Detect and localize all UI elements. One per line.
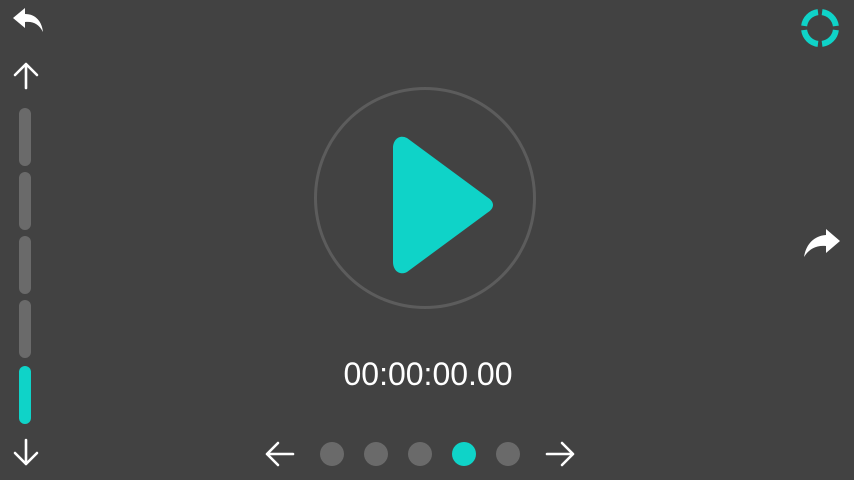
page-dot-2[interactable]	[364, 442, 388, 466]
undo-arrow-icon	[13, 8, 43, 32]
forward-button[interactable]	[800, 222, 844, 262]
arrow-up-icon	[13, 62, 39, 90]
pager-prev-button[interactable]	[262, 436, 298, 472]
pager-next-button[interactable]	[542, 436, 578, 472]
back-button[interactable]	[8, 4, 48, 36]
play-icon[interactable]	[385, 136, 497, 274]
level-up-button[interactable]	[8, 58, 44, 94]
arrow-left-icon	[265, 441, 295, 467]
loading-ring-button[interactable]	[798, 6, 842, 50]
page-dot-1[interactable]	[320, 442, 344, 466]
level-down-button[interactable]	[8, 434, 44, 470]
timer-display: 00:00:00.00	[343, 356, 513, 392]
level-segment-5[interactable]	[19, 366, 31, 424]
arrow-down-icon	[13, 438, 39, 466]
level-segment-3[interactable]	[19, 236, 31, 294]
level-segment-1[interactable]	[19, 108, 31, 166]
level-segment-2[interactable]	[19, 172, 31, 230]
ring-icon	[801, 9, 839, 47]
page-dot-4[interactable]	[452, 442, 476, 466]
page-dot-5[interactable]	[496, 442, 520, 466]
forward-arrow-icon	[804, 229, 840, 257]
arrow-right-icon	[545, 441, 575, 467]
page-dot-3[interactable]	[408, 442, 432, 466]
level-segment-4[interactable]	[19, 300, 31, 358]
